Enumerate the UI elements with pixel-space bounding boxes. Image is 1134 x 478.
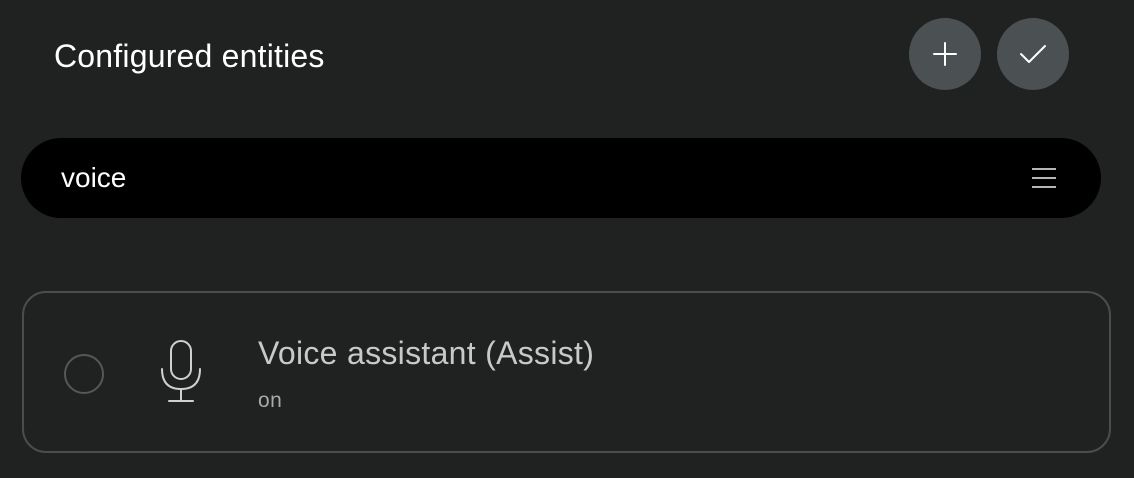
entity-state: on bbox=[258, 389, 283, 412]
configured-entities-page: Configured entities Voice assistant (Ass… bbox=[0, 0, 1134, 478]
microphone-icon bbox=[161, 340, 201, 402]
add-entity-button[interactable] bbox=[909, 18, 981, 90]
search-input[interactable] bbox=[61, 138, 1001, 218]
search-bar bbox=[21, 138, 1101, 218]
menu-lines-icon[interactable] bbox=[1031, 165, 1057, 191]
entity-select-radio[interactable] bbox=[64, 354, 104, 394]
page-title: Configured entities bbox=[54, 38, 325, 74]
plus-icon bbox=[933, 42, 957, 66]
confirm-button[interactable] bbox=[997, 18, 1069, 90]
entity-item-voice-assistant[interactable]: Voice assistant (Assist) on bbox=[22, 291, 1111, 453]
entity-name: Voice assistant (Assist) bbox=[258, 335, 595, 371]
check-icon bbox=[1020, 45, 1046, 63]
